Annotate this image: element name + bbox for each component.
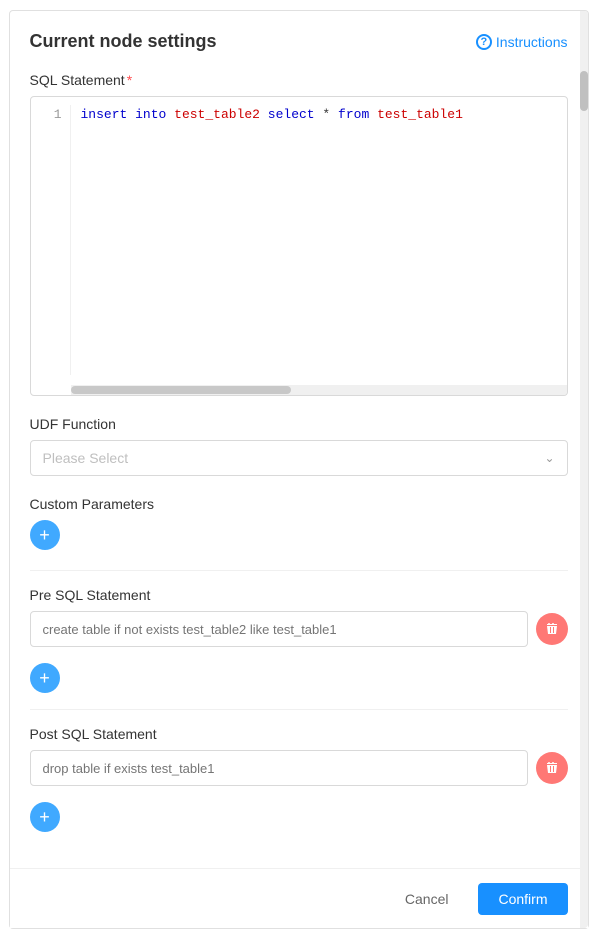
- sql-keyword-into: into: [135, 107, 166, 122]
- add-pre-sql-button[interactable]: +: [30, 663, 60, 693]
- page-title: Current node settings: [30, 31, 217, 52]
- udf-dropdown[interactable]: Please Select ⌄: [30, 440, 568, 476]
- plus-icon-3: +: [39, 808, 50, 826]
- udf-label: UDF Function: [30, 416, 568, 432]
- trash-icon: [545, 622, 559, 636]
- pre-sql-input[interactable]: [30, 611, 528, 647]
- add-custom-param-button[interactable]: +: [30, 520, 60, 550]
- custom-params-section: Custom Parameters +: [30, 496, 568, 550]
- line-numbers: 1: [31, 105, 71, 375]
- trash-icon-2: [545, 761, 559, 775]
- custom-params-label: Custom Parameters: [30, 496, 568, 512]
- sql-keyword-insert: insert: [81, 107, 128, 122]
- delete-post-sql-button[interactable]: [536, 752, 568, 784]
- sql-operator-star: *: [322, 107, 330, 122]
- divider-1: [30, 570, 568, 571]
- required-indicator: *: [127, 72, 132, 88]
- post-sql-input[interactable]: [30, 750, 528, 786]
- help-icon: ?: [476, 34, 492, 50]
- panel-header: Current node settings ? Instructions: [30, 31, 568, 52]
- sql-keyword-select: select: [268, 107, 315, 122]
- sql-editor[interactable]: 1 insert into test_table2 select * from …: [30, 96, 568, 396]
- sql-keyword-from: from: [338, 107, 369, 122]
- post-sql-section: Post SQL Statement: [30, 726, 568, 786]
- delete-pre-sql-button[interactable]: [536, 613, 568, 645]
- horizontal-scrollbar-thumb[interactable]: [71, 386, 291, 394]
- instructions-label: Instructions: [496, 34, 568, 50]
- pre-sql-label: Pre SQL Statement: [30, 587, 568, 603]
- chevron-down-icon: ⌄: [544, 451, 554, 465]
- pre-sql-section: Pre SQL Statement: [30, 587, 568, 647]
- instructions-link[interactable]: ? Instructions: [476, 34, 568, 50]
- plus-icon-2: +: [39, 669, 50, 687]
- confirm-button[interactable]: Confirm: [478, 883, 567, 915]
- sql-table-dest: test_table2: [174, 107, 260, 122]
- post-sql-label: Post SQL Statement: [30, 726, 568, 742]
- add-post-sql-button[interactable]: +: [30, 802, 60, 832]
- footer: Cancel Confirm: [10, 868, 588, 928]
- udf-section: UDF Function Please Select ⌄: [30, 416, 568, 476]
- divider-2: [30, 709, 568, 710]
- udf-placeholder: Please Select: [43, 450, 129, 466]
- post-sql-row: [30, 750, 568, 786]
- cancel-button[interactable]: Cancel: [385, 883, 469, 915]
- sql-code[interactable]: insert into test_table2 select * from te…: [71, 105, 473, 375]
- plus-icon: +: [39, 526, 50, 544]
- sql-statement-label: SQL Statement*: [30, 72, 568, 88]
- sql-table-src: test_table1: [377, 107, 463, 122]
- pre-sql-row: [30, 611, 568, 647]
- horizontal-scrollbar[interactable]: [71, 385, 567, 395]
